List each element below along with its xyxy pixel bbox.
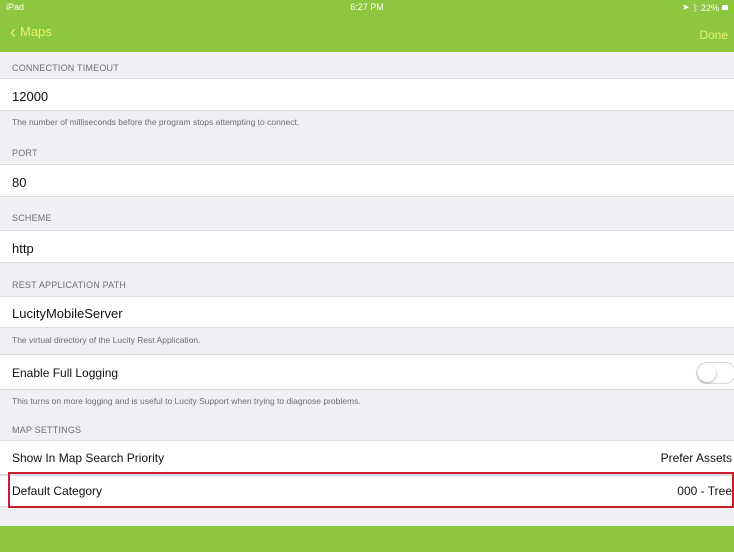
connection-timeout-field[interactable]: 12000: [12, 89, 48, 104]
scheme-header-label: SCHEME: [12, 213, 52, 223]
back-button-label: Maps: [20, 24, 52, 39]
battery-icon: [722, 5, 728, 10]
full-logging-cell: Enable Full Logging: [0, 354, 734, 390]
battery-percent: 22%: [700, 2, 719, 13]
connection-timeout-header: CONNECTION TIMEOUT: [0, 52, 734, 78]
bottom-toolbar: [0, 526, 734, 552]
full-logging-label: Enable Full Logging: [12, 366, 119, 380]
scheme-header: SCHEME: [0, 197, 734, 230]
port-cell[interactable]: 80: [0, 164, 734, 197]
chevron-left-icon: ‹: [10, 21, 16, 42]
connection-timeout-header-label: CONNECTION TIMEOUT: [12, 63, 119, 73]
search-priority-cell[interactable]: Show In Map Search Priority Prefer Asset…: [0, 440, 734, 475]
scheme-field[interactable]: http: [12, 241, 34, 256]
navigation-bar: ‹ Maps Done: [0, 14, 734, 52]
default-category-cell[interactable]: Default Category 000 - Tree: [0, 475, 734, 507]
rest-path-footer: The virtual directory of the Lucity Rest…: [0, 328, 734, 354]
done-button[interactable]: Done: [699, 28, 728, 42]
port-field[interactable]: 80: [12, 175, 26, 190]
connection-timeout-cell[interactable]: 12000: [0, 78, 734, 111]
default-category-value: 000 - Tree: [677, 484, 732, 498]
status-bar: iPad 6:27 PM ➤ ᛒ 22%: [0, 0, 734, 14]
port-header-label: PORT: [12, 148, 38, 158]
back-button[interactable]: ‹ Maps: [10, 21, 52, 42]
status-time: 6:27 PM: [350, 2, 384, 12]
map-settings-header: MAP SETTINGS: [0, 416, 734, 440]
rest-path-header-label: REST APPLICATION PATH: [12, 280, 127, 290]
scheme-cell[interactable]: http: [0, 230, 734, 263]
port-header: PORT: [0, 135, 734, 164]
rest-path-field[interactable]: LucityMobileServer: [12, 306, 123, 321]
bluetooth-icon: ᛒ: [692, 2, 698, 13]
search-priority-value: Prefer Assets: [660, 451, 732, 465]
rest-path-description: The virtual directory of the Lucity Rest…: [12, 335, 201, 345]
location-icon: ➤: [682, 2, 690, 12]
full-logging-description: This turns on more logging and is useful…: [12, 396, 361, 406]
search-priority-label: Show In Map Search Priority: [12, 451, 165, 465]
toggle-knob: [698, 364, 716, 382]
connection-timeout-description: The number of milliseconds before the pr…: [12, 117, 300, 127]
default-category-label: Default Category: [12, 484, 103, 498]
connection-timeout-footer: The number of milliseconds before the pr…: [0, 111, 734, 135]
rest-path-cell[interactable]: LucityMobileServer: [0, 296, 734, 328]
map-settings-header-label: MAP SETTINGS: [12, 425, 82, 435]
status-right: ➤ ᛒ 22%: [682, 2, 728, 13]
full-logging-footer: This turns on more logging and is useful…: [0, 390, 734, 416]
full-logging-toggle[interactable]: [696, 362, 734, 384]
rest-path-header: REST APPLICATION PATH: [0, 263, 734, 296]
